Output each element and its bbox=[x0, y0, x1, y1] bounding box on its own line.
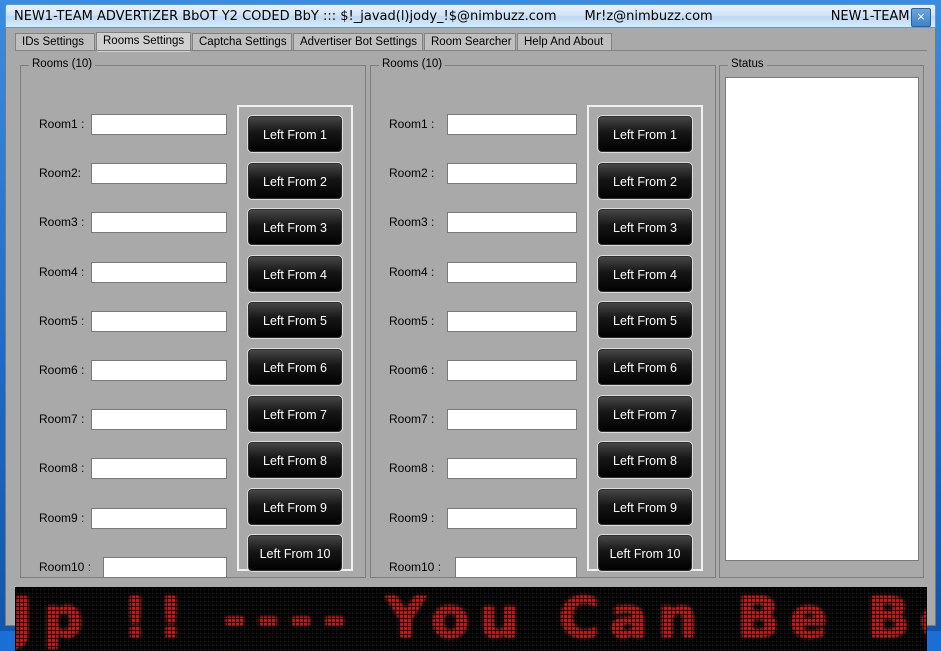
right-room-label-3: Room3 : bbox=[389, 215, 435, 229]
tab-strip: IDs Settings Rooms Settings Captcha Settin… bbox=[15, 32, 927, 52]
close-icon[interactable]: × bbox=[911, 8, 931, 27]
left-room-input-3[interactable] bbox=[91, 212, 227, 233]
right-left-from-button-5[interactable]: Left From 5 bbox=[597, 301, 693, 339]
left-room-input-9[interactable] bbox=[91, 508, 227, 529]
right-left-from-button-8[interactable]: Left From 8 bbox=[597, 441, 693, 479]
tab-ids-settings[interactable]: IDs Settings bbox=[15, 33, 95, 51]
left-left-from-button-7[interactable]: Left From 7 bbox=[247, 395, 343, 433]
left-left-from-button-5[interactable]: Left From 5 bbox=[247, 301, 343, 339]
left-room-input-2[interactable] bbox=[91, 163, 227, 184]
left-room-label-2: Room2: bbox=[39, 166, 82, 180]
left-room-input-4[interactable] bbox=[91, 262, 227, 283]
left-left-from-button-8[interactable]: Left From 8 bbox=[247, 441, 343, 479]
right-room-input-8[interactable] bbox=[447, 458, 577, 479]
right-left-from-button-1[interactable]: Left From 1 bbox=[597, 115, 693, 153]
right-room-label-10: Room10 : bbox=[389, 560, 442, 574]
right-room-input-9[interactable] bbox=[447, 508, 577, 529]
right-left-from-button-6[interactable]: Left From 6 bbox=[597, 348, 693, 386]
client-area: IDs Settings Rooms Settings Captcha Settin… bbox=[5, 28, 936, 651]
application-window: NEW1-TEAM ADVERTiZER BbOT Y2 CODED BbY :… bbox=[0, 0, 941, 651]
right-rooms-group: Rooms (10) Room1 : Room2 : Room3 : Room4 : R… bbox=[370, 58, 716, 578]
left-room-input-5[interactable] bbox=[91, 311, 227, 332]
status-textbox[interactable] bbox=[725, 77, 919, 561]
right-room-input-2[interactable] bbox=[447, 163, 577, 184]
status-group-title: Status bbox=[728, 58, 767, 70]
left-room-input-8[interactable] bbox=[91, 458, 227, 479]
tab-room-searcher[interactable]: Room Searcher bbox=[424, 33, 516, 51]
right-left-from-button-10[interactable]: Left From 10 bbox=[597, 534, 693, 572]
status-group: Status bbox=[719, 58, 924, 578]
right-room-input-4[interactable] bbox=[447, 262, 577, 283]
left-room-label-5: Room5 : bbox=[39, 314, 85, 328]
left-room-input-6[interactable] bbox=[91, 360, 227, 381]
right-room-label-7: Room7 : bbox=[389, 412, 435, 426]
left-room-label-10: Room10 : bbox=[39, 560, 92, 574]
tab-rooms-settings[interactable]: Rooms Settings bbox=[96, 32, 191, 52]
tab-advertiser-bot-settings[interactable]: Advertiser Bot Settings bbox=[293, 33, 423, 51]
right-buttons-panel: Left From 1 Left From 2 Left From 3 Left Fr… bbox=[587, 105, 703, 572]
right-room-input-7[interactable] bbox=[447, 409, 577, 430]
left-room-input-7[interactable] bbox=[91, 409, 227, 430]
right-room-input-5[interactable] bbox=[447, 311, 577, 332]
right-room-label-1: Room1 : bbox=[389, 117, 435, 131]
banner-text: Jp !! ---- You Can Be Best Dont Giu Up bbox=[15, 587, 926, 651]
left-room-input-1[interactable] bbox=[91, 114, 227, 135]
tab-help-and-about[interactable]: Help And About bbox=[517, 33, 612, 51]
left-room-label-6: Room6 : bbox=[39, 363, 85, 377]
right-room-input-1[interactable] bbox=[447, 114, 577, 135]
left-left-from-button-6[interactable]: Left From 6 bbox=[247, 348, 343, 386]
right-room-label-9: Room9 : bbox=[389, 511, 435, 525]
left-left-from-button-1[interactable]: Left From 1 bbox=[247, 115, 343, 153]
window-title: NEW1-TEAM ADVERTiZER BbOT Y2 CODED BbY :… bbox=[14, 9, 910, 24]
right-room-label-4: Room4 : bbox=[389, 265, 435, 279]
left-rooms-group: Rooms (10) Room1 : Room2: Room3 : Room4 : Ro… bbox=[20, 58, 366, 578]
right-room-input-10[interactable] bbox=[455, 557, 577, 578]
right-left-from-button-9[interactable]: Left From 9 bbox=[597, 488, 693, 526]
left-room-label-1: Room1 : bbox=[39, 117, 85, 131]
right-left-from-button-3[interactable]: Left From 3 bbox=[597, 208, 693, 246]
right-room-input-6[interactable] bbox=[447, 360, 577, 381]
left-room-label-7: Room7 : bbox=[39, 412, 85, 426]
right-room-label-5: Room5 : bbox=[389, 314, 435, 328]
right-room-label-6: Room6 : bbox=[389, 363, 435, 377]
left-room-label-4: Room4 : bbox=[39, 265, 85, 279]
left-room-input-10[interactable] bbox=[103, 557, 227, 578]
tab-captcha-settings[interactable]: Captcha Settings bbox=[192, 33, 292, 51]
left-left-from-button-2[interactable]: Left From 2 bbox=[247, 162, 343, 200]
right-rooms-group-title: Rooms (10) bbox=[379, 58, 446, 70]
left-room-label-3: Room3 : bbox=[39, 215, 85, 229]
title-bar: NEW1-TEAM ADVERTiZER BbOT Y2 CODED BbY :… bbox=[5, 4, 936, 28]
window-title-team: NEW1-TEAM bbox=[830, 9, 910, 24]
window-title-main: NEW1-TEAM ADVERTiZER BbOT Y2 CODED BbY :… bbox=[14, 9, 557, 24]
left-room-label-8: Room8 : bbox=[39, 461, 85, 475]
left-left-from-button-4[interactable]: Left From 4 bbox=[247, 255, 343, 293]
left-left-from-button-9[interactable]: Left From 9 bbox=[247, 488, 343, 526]
tab-strip-divider bbox=[15, 50, 927, 51]
right-left-from-button-2[interactable]: Left From 2 bbox=[597, 162, 693, 200]
scrolling-banner: Jp !! ---- You Can Be Best Dont Giu Up bbox=[15, 587, 927, 651]
left-left-from-button-10[interactable]: Left From 10 bbox=[247, 534, 343, 572]
left-room-label-9: Room9 : bbox=[39, 511, 85, 525]
right-room-label-8: Room8 : bbox=[389, 461, 435, 475]
left-buttons-panel: Left From 1 Left From 2 Left From 3 Left Fr… bbox=[237, 105, 353, 572]
right-left-from-button-4[interactable]: Left From 4 bbox=[597, 255, 693, 293]
right-room-input-3[interactable] bbox=[447, 212, 577, 233]
left-left-from-button-3[interactable]: Left From 3 bbox=[247, 208, 343, 246]
right-room-label-2: Room2 : bbox=[389, 166, 435, 180]
left-rooms-group-title: Rooms (10) bbox=[29, 58, 96, 70]
window-title-mail: Mr!z@nimbuzz.com bbox=[584, 9, 713, 24]
right-left-from-button-7[interactable]: Left From 7 bbox=[597, 395, 693, 433]
